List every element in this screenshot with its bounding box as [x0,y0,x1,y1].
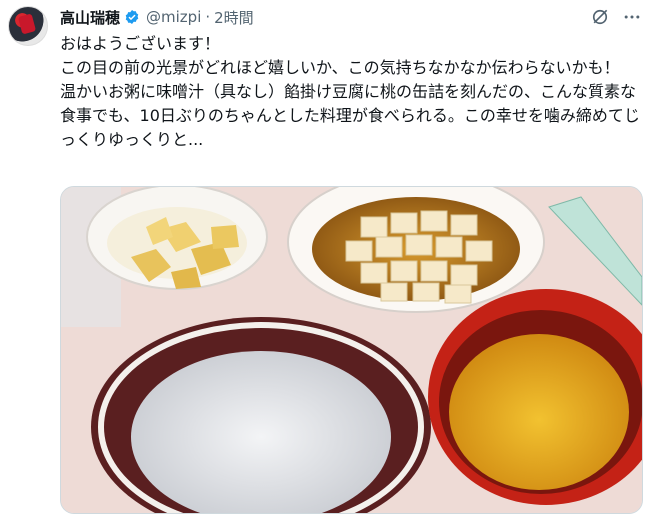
tweet-header: 高山瑞穂 @mizpi · 2時間 [60,6,254,28]
grok-icon[interactable] [590,7,610,27]
author-name[interactable]: 高山瑞穂 [60,7,120,28]
tweet-line: 温かいお粥に味噌汁（具なし）餡掛け豆腐に桃の缶詰を刻んだの、こんな質素な食事でも… [60,82,640,149]
meal-photo-illustration [61,187,642,513]
tweet-line: この目の前の光景がどれほど嬉しいか、この気持ちなかなか伝わらないかも！ [60,58,620,77]
verified-badge-icon [125,10,139,24]
timestamp[interactable]: 2時間 [214,7,254,28]
tweet-photo[interactable] [60,186,643,514]
tweet-line: おはようございます！ [60,34,221,53]
header-separator: · [205,8,211,26]
avatar[interactable] [8,6,48,46]
author-handle[interactable]: @mizpi [146,8,201,26]
tweet-text: おはようございます！ この目の前の光景がどれほど嬉しいか、この気持ちなかなか伝わ… [60,32,640,152]
more-options-icon[interactable] [622,7,642,27]
